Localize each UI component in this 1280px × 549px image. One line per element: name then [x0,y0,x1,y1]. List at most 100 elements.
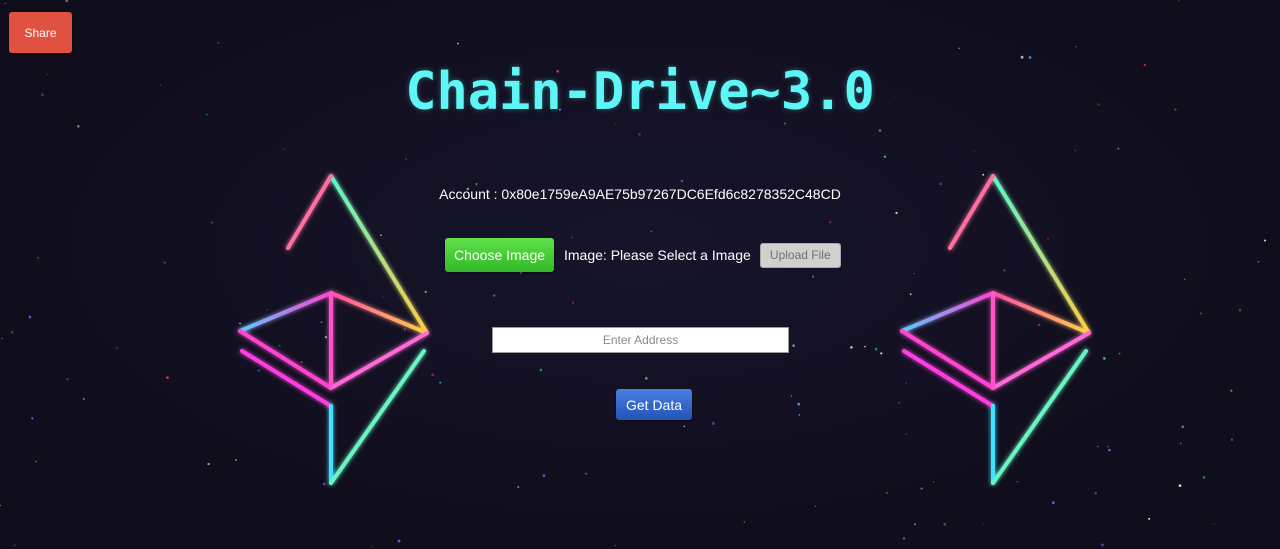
star-dot [1051,501,1055,505]
star-dot [1179,442,1182,445]
star-dot [282,148,285,151]
address-input[interactable] [492,327,789,353]
star-dot [371,545,373,547]
image-status-label: Image: Please Select a Image [564,247,751,263]
star-dot [539,368,543,372]
star-dot [913,523,917,526]
star-dot [519,271,523,274]
star-dot [829,220,832,224]
star-dot [439,381,442,384]
star-dot [1101,543,1104,547]
star-dot [584,472,588,475]
star-dot [10,330,14,334]
app-background: Share Chain-Drive~3.0 Account: 0x80e175… [0,0,1280,549]
star-dot [66,378,69,381]
star-dot [65,0,69,3]
star-dot [614,544,616,547]
star-dot [1094,492,1098,495]
star-dot [1230,389,1233,392]
star-dot [973,150,975,152]
star-dot [456,42,459,45]
star-dot [1107,445,1109,448]
star-dot [1257,260,1260,263]
star-dot [1020,55,1024,59]
star-dot [902,537,906,540]
star-dot [1117,147,1120,150]
star-dot [1118,352,1121,355]
star-dot [792,344,795,347]
star-dot [166,376,169,379]
star-dot [217,42,220,44]
upload-file-button[interactable]: Upload File [759,242,841,268]
star-dot [1074,149,1077,152]
star-dot [1199,312,1203,315]
ethereum-logo-icon [900,174,1091,485]
star-dot [405,158,407,160]
star-dot [37,256,40,259]
choose-image-button[interactable]: Choose Image [445,238,554,272]
star-dot [790,395,793,397]
star-dot [797,402,801,406]
star-dot [28,315,32,319]
star-dot [1230,438,1234,441]
star-dot [76,124,80,128]
star-dot [82,397,85,401]
get-data-button[interactable]: Get Data [616,389,692,420]
star-dot [1183,278,1186,281]
star-dot [116,347,118,350]
star-dot [880,352,883,355]
star-dot [644,376,648,380]
ethereum-logo-icon [238,174,429,485]
star-dot [397,539,401,543]
star-dot [1148,517,1151,520]
star-dot [1028,56,1032,59]
star-dot [14,544,16,547]
star-dot [1238,309,1242,312]
star-dot [4,2,7,5]
star-dot [1096,445,1099,448]
star-dot [1074,45,1077,48]
star-dot [811,275,815,278]
star-dot [31,417,34,420]
star-dot [883,155,887,158]
star-dot [1202,476,1206,479]
star-dot [814,505,816,507]
star-dot [1178,0,1180,2]
star-dot [542,474,546,477]
star-dot [1102,356,1106,360]
page-title: Chain-Drive~3.0 [405,62,875,122]
star-dot [1181,425,1185,429]
star-dot [572,301,575,304]
star-dot [982,522,985,525]
star-dot [683,425,686,428]
account-address: Account : 0x80e1759eA9AE75b97267DC6Efd6c… [439,186,841,202]
star-dot [864,345,866,348]
star-dot [943,523,947,526]
star-dot [1,337,3,340]
star-dot [680,179,684,183]
star-dot [0,504,1,507]
star-dot [798,414,801,416]
star-dot [163,261,166,264]
star-dot [886,492,888,494]
share-button[interactable]: Share [9,12,72,53]
star-dot [492,294,496,297]
star-dot [878,129,882,133]
star-dot [614,123,617,126]
upload-form: Choose Image Image: Please Select a Imag… [445,238,841,272]
star-dot [1108,448,1111,452]
star-dot [35,460,37,463]
star-dot [711,422,715,425]
star-dot [1263,239,1267,242]
star-dot [850,346,853,349]
star-dot [1178,484,1182,487]
star-dot [874,347,878,351]
star-dot [783,122,787,125]
star-dot [211,221,213,224]
star-dot [1213,523,1215,525]
star-dot [743,521,746,523]
star-dot [207,462,210,466]
star-dot [517,485,520,489]
star-dot [638,133,641,136]
star-dot [958,47,960,50]
